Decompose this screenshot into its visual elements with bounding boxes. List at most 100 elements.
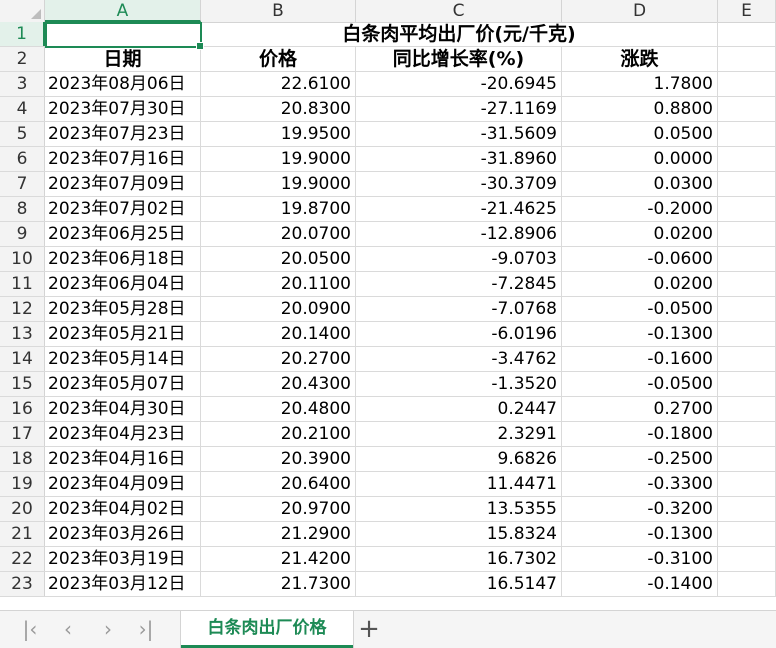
first-sheet-icon[interactable]: |‹	[18, 617, 42, 641]
column-header-b[interactable]: B	[201, 0, 356, 22]
cell-change[interactable]: 0.0200	[562, 272, 718, 296]
cell-date[interactable]: 2023年04月30日	[45, 397, 201, 421]
cell-change[interactable]: -0.3100	[562, 547, 718, 571]
cell-empty[interactable]	[718, 522, 776, 546]
cell-yoy[interactable]: -7.2845	[356, 272, 562, 296]
cell-empty[interactable]	[718, 72, 776, 96]
cell-price[interactable]: 20.2100	[201, 422, 356, 446]
cell-change[interactable]: 0.0300	[562, 172, 718, 196]
cell-price[interactable]: 20.1100	[201, 272, 356, 296]
cell-date[interactable]: 2023年07月02日	[45, 197, 201, 221]
column-header-e[interactable]: E	[718, 0, 776, 22]
cell-date[interactable]: 2023年03月19日	[45, 547, 201, 571]
prev-sheet-icon[interactable]: ‹	[56, 617, 80, 641]
cell-empty[interactable]	[718, 272, 776, 296]
row-number[interactable]: 13	[0, 322, 45, 346]
cell-price[interactable]: 20.0500	[201, 247, 356, 271]
row-number[interactable]: 15	[0, 372, 45, 396]
cell-empty[interactable]	[718, 222, 776, 246]
cell-yoy[interactable]: -12.8906	[356, 222, 562, 246]
cell-change[interactable]: -0.3300	[562, 472, 718, 496]
header-price[interactable]: 价格	[201, 47, 356, 71]
cell-change[interactable]: -0.3200	[562, 497, 718, 521]
cell-empty[interactable]	[718, 572, 776, 596]
cell-empty[interactable]	[718, 297, 776, 321]
cell-price[interactable]: 20.8300	[201, 97, 356, 121]
cell-yoy[interactable]: -9.0703	[356, 247, 562, 271]
row-number[interactable]: 17	[0, 422, 45, 446]
cell-yoy[interactable]: 9.6826	[356, 447, 562, 471]
row-number[interactable]: 21	[0, 522, 45, 546]
cell-date[interactable]: 2023年04月16日	[45, 447, 201, 471]
last-sheet-icon[interactable]: ›|	[134, 617, 158, 641]
cell-e2[interactable]	[718, 47, 776, 71]
cell-empty[interactable]	[718, 172, 776, 196]
cell-empty[interactable]	[718, 472, 776, 496]
row-number[interactable]: 23	[0, 572, 45, 596]
row-number[interactable]: 9	[0, 222, 45, 246]
cell-date[interactable]: 2023年05月21日	[45, 322, 201, 346]
cell-date[interactable]: 2023年08月06日	[45, 72, 201, 96]
cell-price[interactable]: 20.9700	[201, 497, 356, 521]
cell-date[interactable]: 2023年06月04日	[45, 272, 201, 296]
add-sheet-icon[interactable]: +	[356, 615, 382, 643]
cell-date[interactable]: 2023年07月23日	[45, 122, 201, 146]
row-number[interactable]: 7	[0, 172, 45, 196]
row-number[interactable]: 1	[0, 22, 45, 46]
cell-change[interactable]: -0.2500	[562, 447, 718, 471]
cell-change[interactable]: 1.7800	[562, 72, 718, 96]
cell-date[interactable]: 2023年03月26日	[45, 522, 201, 546]
cell-empty[interactable]	[718, 322, 776, 346]
column-header-d[interactable]: D	[562, 0, 718, 22]
cell-yoy[interactable]: -6.0196	[356, 322, 562, 346]
table-title[interactable]: 白条肉平均出厂价(元/千克)	[201, 22, 718, 46]
cell-yoy[interactable]: -21.4625	[356, 197, 562, 221]
cell-empty[interactable]	[718, 372, 776, 396]
active-cell-selection[interactable]	[45, 22, 204, 50]
spreadsheet-grid[interactable]: A B C D E 1 白条肉平均出厂价(元/千克) 2 日期 价格 同比增长率…	[0, 0, 776, 610]
cell-date[interactable]: 2023年03月12日	[45, 572, 201, 596]
cell-date[interactable]: 2023年05月28日	[45, 297, 201, 321]
cell-empty[interactable]	[718, 197, 776, 221]
header-change[interactable]: 涨跌	[562, 47, 718, 71]
cell-date[interactable]: 2023年05月14日	[45, 347, 201, 371]
cell-yoy[interactable]: -31.8960	[356, 147, 562, 171]
fill-handle[interactable]	[196, 42, 204, 50]
cell-empty[interactable]	[718, 122, 776, 146]
cell-e1[interactable]	[718, 22, 776, 46]
cell-price[interactable]: 20.0700	[201, 222, 356, 246]
cell-change[interactable]: -0.1600	[562, 347, 718, 371]
cell-empty[interactable]	[718, 447, 776, 471]
row-number[interactable]: 12	[0, 297, 45, 321]
cell-change[interactable]: 0.0000	[562, 147, 718, 171]
cell-price[interactable]: 21.4200	[201, 547, 356, 571]
cell-change[interactable]: 0.2700	[562, 397, 718, 421]
cell-price[interactable]: 22.6100	[201, 72, 356, 96]
cell-yoy[interactable]: 13.5355	[356, 497, 562, 521]
cell-yoy[interactable]: 2.3291	[356, 422, 562, 446]
cell-empty[interactable]	[718, 347, 776, 371]
row-number[interactable]: 22	[0, 547, 45, 571]
column-header-a[interactable]: A	[45, 0, 201, 22]
cell-date[interactable]: 2023年06月25日	[45, 222, 201, 246]
cell-change[interactable]: -0.0600	[562, 247, 718, 271]
row-number[interactable]: 18	[0, 447, 45, 471]
cell-change[interactable]: -0.0500	[562, 297, 718, 321]
cell-change[interactable]: 0.0200	[562, 222, 718, 246]
cell-date[interactable]: 2023年04月23日	[45, 422, 201, 446]
row-number[interactable]: 10	[0, 247, 45, 271]
cell-change[interactable]: -0.1300	[562, 322, 718, 346]
cell-yoy[interactable]: -27.1169	[356, 97, 562, 121]
cell-date[interactable]: 2023年07月16日	[45, 147, 201, 171]
row-number[interactable]: 11	[0, 272, 45, 296]
row-number[interactable]: 3	[0, 72, 45, 96]
cell-price[interactable]: 21.2900	[201, 522, 356, 546]
cell-yoy[interactable]: 11.4471	[356, 472, 562, 496]
cell-change[interactable]: -0.1400	[562, 572, 718, 596]
cell-price[interactable]: 19.9000	[201, 147, 356, 171]
cell-yoy[interactable]: -1.3520	[356, 372, 562, 396]
cell-date[interactable]: 2023年04月02日	[45, 497, 201, 521]
cell-yoy[interactable]: 16.7302	[356, 547, 562, 571]
cell-price[interactable]: 20.3900	[201, 447, 356, 471]
cell-yoy[interactable]: -20.6945	[356, 72, 562, 96]
